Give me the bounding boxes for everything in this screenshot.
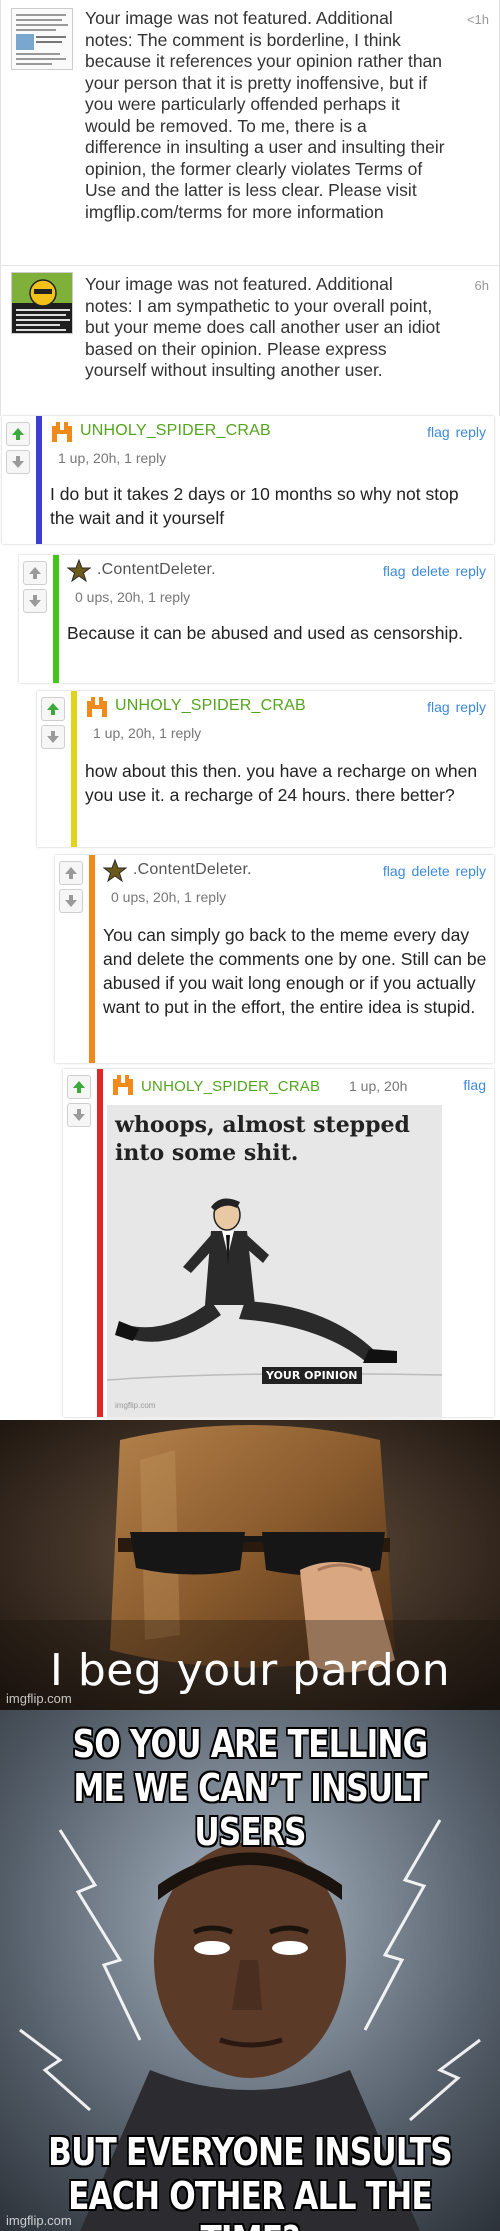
flag-link[interactable]: flag bbox=[427, 424, 450, 440]
watermark: imgflip.com bbox=[6, 1691, 72, 1706]
meme-watermark: imgflip.com bbox=[115, 1401, 156, 1410]
flag-link[interactable]: flag bbox=[383, 563, 406, 579]
avatar[interactable] bbox=[111, 1073, 135, 1097]
flag-link[interactable]: flag bbox=[383, 863, 406, 879]
notification-message: Your image was not featured. Additional … bbox=[85, 274, 441, 380]
avatar[interactable] bbox=[50, 420, 74, 444]
delete-link[interactable]: delete bbox=[411, 563, 449, 579]
reply-link[interactable]: reply bbox=[456, 699, 486, 715]
arrow-down-icon bbox=[47, 731, 59, 743]
notification-message: Your image was not featured. Additional … bbox=[85, 8, 445, 222]
avatar[interactable] bbox=[103, 859, 127, 883]
downvote-button[interactable] bbox=[23, 589, 47, 613]
meme-label: YOUR OPINION bbox=[262, 1367, 362, 1384]
upvote-button[interactable] bbox=[59, 861, 83, 885]
upvote-button[interactable] bbox=[6, 422, 30, 446]
comment-meta: 0 ups, 20h, 1 reply bbox=[75, 589, 191, 605]
reply-link[interactable]: reply bbox=[456, 563, 486, 579]
comment: .ContentDeleter. 0 ups, 20h, 1 reply fla… bbox=[19, 555, 494, 683]
arrow-down-icon bbox=[29, 595, 41, 607]
meme-top-text: whoops, almost stepped into some shit. bbox=[115, 1112, 410, 1166]
vote-controls bbox=[41, 697, 65, 753]
upvote-button[interactable] bbox=[23, 561, 47, 585]
username[interactable]: .ContentDeleter. bbox=[133, 861, 252, 879]
upvote-button[interactable] bbox=[67, 1075, 91, 1099]
avatar[interactable] bbox=[67, 559, 91, 583]
meme-bottom-text: BUT EVERYONE INSULTS EACH OTHER ALL THE … bbox=[48, 2130, 453, 2231]
reply-link[interactable]: reply bbox=[456, 424, 486, 440]
downvote-button[interactable] bbox=[41, 725, 65, 749]
comment-text: Because it can be abused and used as cen… bbox=[67, 623, 463, 643]
username[interactable]: UNHOLY_SPIDER_CRAB bbox=[80, 422, 271, 440]
notification-time: <1h bbox=[466, 12, 489, 27]
comment-actions: flag bbox=[457, 1077, 486, 1093]
delete-link[interactable]: delete bbox=[411, 863, 449, 879]
arrow-up-icon bbox=[47, 703, 59, 715]
pardon-meme: I beg your pardon imgflip.com bbox=[0, 1420, 500, 1710]
pardon-caption: I beg your pardon bbox=[49, 1645, 451, 1696]
thread-bar bbox=[89, 855, 95, 1063]
comment-text: I do but it takes 2 days or 10 months so… bbox=[50, 484, 459, 528]
thread-bar bbox=[53, 555, 59, 683]
lightning-meme: SO YOU ARE TELLING ME WE CAN’T INSULT US… bbox=[0, 1710, 500, 2231]
comment: UNHOLY_SPIDER_CRAB 1 up, 20h, 1 reply fl… bbox=[2, 416, 494, 544]
vote-controls bbox=[6, 422, 30, 478]
arrow-down-icon bbox=[12, 456, 24, 468]
downvote-button[interactable] bbox=[67, 1103, 91, 1127]
comment-body: .ContentDeleter. 0 ups, 20h, 1 reply fla… bbox=[53, 555, 494, 683]
notification-time: 6h bbox=[474, 278, 489, 293]
arrow-up-icon bbox=[12, 428, 24, 440]
comment-meta: 1 up, 20h, 1 reply bbox=[93, 725, 202, 741]
notification-1[interactable]: Your image was not featured. Additional … bbox=[0, 0, 500, 265]
thread-bar bbox=[71, 691, 77, 847]
username[interactable]: UNHOLY_SPIDER_CRAB bbox=[141, 1078, 320, 1095]
comment-text: how about this then. you have a recharge… bbox=[85, 761, 478, 805]
comment-actions: flag reply bbox=[421, 424, 486, 440]
comment-meta: 1 up, 20h, 1 reply bbox=[58, 450, 167, 466]
comment-body: UNHOLY_SPIDER_CRAB 1 up, 20h, 1 reply fl… bbox=[36, 416, 494, 544]
comment-actions: flag delete reply bbox=[377, 563, 486, 579]
notification-thumbnail[interactable] bbox=[11, 272, 73, 334]
comment: .ContentDeleter. 0 ups, 20h, 1 reply fla… bbox=[55, 855, 494, 1063]
watermark: imgflip.com bbox=[6, 2213, 72, 2228]
arrow-down-icon bbox=[73, 1109, 85, 1121]
comment-meta: 0 ups, 20h, 1 reply bbox=[111, 889, 227, 905]
reply-meme-image[interactable]: whoops, almost stepped into some shit. Y… bbox=[107, 1105, 442, 1437]
comment-actions: flag reply bbox=[421, 699, 486, 715]
vote-controls bbox=[67, 1075, 91, 1131]
comment-body: UNHOLY_SPIDER_CRAB 1 up, 20h, 1 reply fl… bbox=[71, 691, 494, 847]
comment: UNHOLY_SPIDER_CRAB 1 up, 20h flag whoops… bbox=[63, 1069, 494, 1437]
comment-meta: 1 up, 20h bbox=[349, 1078, 408, 1094]
notification-thumbnail[interactable] bbox=[11, 8, 73, 70]
reply-link[interactable]: reply bbox=[456, 863, 486, 879]
username[interactable]: .ContentDeleter. bbox=[97, 561, 216, 579]
downvote-button[interactable] bbox=[6, 450, 30, 474]
comment-body: .ContentDeleter. 0 ups, 20h, 1 reply fla… bbox=[89, 855, 494, 1063]
thread-bar bbox=[97, 1069, 103, 1417]
thread-bar bbox=[36, 416, 42, 544]
comment: UNHOLY_SPIDER_CRAB 1 up, 20h, 1 reply fl… bbox=[37, 691, 494, 847]
flag-link[interactable]: flag bbox=[463, 1077, 486, 1093]
upvote-button[interactable] bbox=[41, 697, 65, 721]
arrow-down-icon bbox=[65, 895, 77, 907]
username[interactable]: UNHOLY_SPIDER_CRAB bbox=[115, 697, 306, 715]
downvote-button[interactable] bbox=[59, 889, 83, 913]
arrow-up-icon bbox=[65, 867, 77, 879]
vote-controls bbox=[23, 561, 47, 617]
arrow-up-icon bbox=[73, 1081, 85, 1093]
comment-actions: flag delete reply bbox=[377, 863, 486, 879]
vote-controls bbox=[59, 861, 83, 917]
flag-link[interactable]: flag bbox=[427, 699, 450, 715]
notification-2[interactable]: Your image was not featured. Additional … bbox=[0, 266, 500, 416]
comment-body: UNHOLY_SPIDER_CRAB 1 up, 20h flag whoops… bbox=[97, 1069, 494, 1437]
arrow-up-icon bbox=[29, 567, 41, 579]
comment-text: You can simply go back to the meme every… bbox=[103, 925, 487, 1017]
avatar[interactable] bbox=[85, 695, 109, 719]
meme-top-text: SO YOU ARE TELLING ME WE CAN’T INSULT US… bbox=[72, 1722, 429, 1854]
